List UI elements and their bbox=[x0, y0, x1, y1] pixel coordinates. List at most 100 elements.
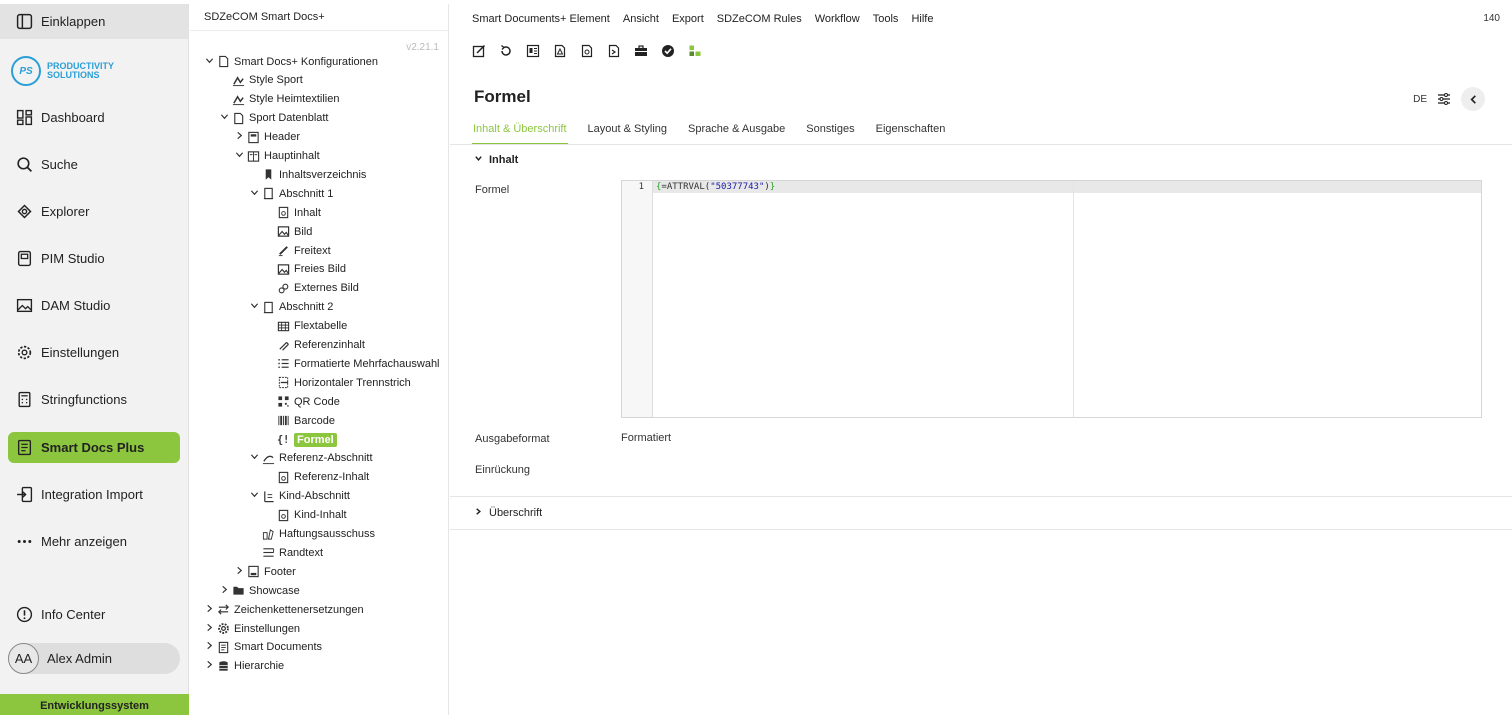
svg-text:{!}: {!} bbox=[277, 435, 290, 446]
tree-node[interactable]: Header bbox=[232, 128, 300, 147]
tree-node[interactable]: Horizontaler Trennstrich bbox=[262, 373, 411, 392]
nav-item-smart-docs-plus[interactable]: Smart Docs Plus bbox=[8, 432, 180, 463]
tree-node[interactable]: Freitext bbox=[262, 241, 331, 260]
menu-hilfe[interactable]: Hilfe bbox=[911, 13, 933, 25]
chevron-left-icon[interactable] bbox=[1461, 87, 1485, 111]
preview-icon[interactable] bbox=[526, 44, 540, 58]
tree-icon[interactable] bbox=[688, 44, 702, 58]
formula-icon: {!} bbox=[276, 433, 291, 447]
tree-node[interactable]: Inhalt bbox=[262, 203, 321, 222]
tree-node[interactable]: Freies Bild bbox=[262, 260, 346, 279]
nav-item-label: Integration Import bbox=[41, 487, 143, 502]
tree-node[interactable]: Inhaltsverzeichnis bbox=[247, 165, 366, 184]
tree-node[interactable]: Bild bbox=[262, 222, 312, 241]
briefcase-icon[interactable] bbox=[634, 44, 648, 58]
config-tree-panel: SDZeCOM Smart Docs+ v2.21.1 Smart Docs+ … bbox=[190, 4, 449, 715]
chevron-down-icon[interactable] bbox=[232, 150, 246, 162]
chevron-down-icon[interactable] bbox=[247, 301, 261, 313]
tab-sonstiges[interactable]: Sonstiges bbox=[805, 123, 855, 145]
code-line: {=ATTRVAL("50377743")} bbox=[656, 181, 775, 193]
language-selector[interactable]: DE bbox=[1413, 94, 1427, 105]
nav-item-dam-studio[interactable]: DAM Studio bbox=[8, 290, 180, 321]
tree-node[interactable]: Kind-Abschnitt bbox=[247, 487, 350, 506]
tab-eigenschaften[interactable]: Eigenschaften bbox=[875, 123, 947, 145]
nav-item-suche[interactable]: Suche bbox=[8, 149, 180, 180]
menu-smart-documents-element[interactable]: Smart Documents+ Element bbox=[472, 13, 610, 25]
tab-layout-styling[interactable]: Layout & Styling bbox=[587, 123, 669, 145]
tree-node[interactable]: Style Sport bbox=[217, 71, 303, 90]
chevron-right-icon[interactable] bbox=[202, 604, 216, 616]
menu-export[interactable]: Export bbox=[672, 13, 704, 25]
tree-node[interactable]: Flextabelle bbox=[262, 317, 347, 336]
chevron-right-icon[interactable] bbox=[202, 660, 216, 672]
tree-node[interactable]: Referenz-Inhalt bbox=[262, 468, 369, 487]
chevron-down-icon[interactable] bbox=[202, 56, 216, 68]
menu-tools[interactable]: Tools bbox=[873, 13, 899, 25]
nav-item-integration-import[interactable]: Integration Import bbox=[8, 479, 180, 510]
nav-item-einstellungen[interactable]: Einstellungen bbox=[8, 337, 180, 368]
tree-node[interactable]: Referenz-Abschnitt bbox=[247, 449, 373, 468]
nav-item-stringfunctions[interactable]: Stringfunctions bbox=[8, 384, 180, 415]
tree-node[interactable]: Kind-Inhalt bbox=[262, 506, 347, 525]
tree-node-label: QR Code bbox=[294, 395, 340, 408]
tree-node[interactable]: Randtext bbox=[247, 543, 323, 562]
tree-node[interactable]: Haftungsausschuss bbox=[247, 525, 375, 544]
tree-node[interactable]: Einstellungen bbox=[202, 619, 300, 638]
ausgabeformat-value[interactable]: Formatiert bbox=[621, 432, 671, 444]
edit-icon[interactable] bbox=[472, 44, 486, 58]
menu-ansicht[interactable]: Ansicht bbox=[623, 13, 659, 25]
section-ueberschrift-toggle[interactable]: Überschrift bbox=[474, 507, 542, 519]
pim-icon bbox=[15, 250, 33, 268]
chevron-right-icon[interactable] bbox=[217, 585, 231, 597]
tree-node[interactable]: Formatierte Mehrfachauswahl bbox=[262, 354, 440, 373]
chevron-right-icon[interactable] bbox=[232, 131, 246, 143]
collapse-button[interactable]: Einklappen bbox=[0, 4, 188, 39]
chevron-right-icon[interactable] bbox=[232, 566, 246, 578]
chevron-down-icon[interactable] bbox=[217, 112, 231, 124]
check-icon[interactable] bbox=[661, 44, 675, 58]
user-menu[interactable]: AA Alex Admin bbox=[8, 643, 180, 674]
nav-item-pim-studio[interactable]: PIM Studio bbox=[8, 243, 180, 274]
export-icon[interactable] bbox=[607, 44, 621, 58]
tree-node[interactable]: Barcode bbox=[262, 411, 335, 430]
menu-workflow[interactable]: Workflow bbox=[815, 13, 860, 25]
tab-inhalt-ueberschrift[interactable]: Inhalt & Überschrift bbox=[472, 123, 568, 145]
chevron-down-icon[interactable] bbox=[247, 452, 261, 464]
formula-code-editor[interactable]: 1 {=ATTRVAL("50377743")} bbox=[621, 180, 1482, 418]
tab-sprache-ausgabe[interactable]: Sprache & Ausgabe bbox=[687, 123, 786, 145]
tree-node[interactable]: Showcase bbox=[217, 581, 300, 600]
logo-mark: PS bbox=[11, 56, 41, 86]
tree-node[interactable]: Zeichenkettenersetzungen bbox=[202, 600, 364, 619]
section-divider bbox=[450, 529, 1512, 530]
docx-icon[interactable] bbox=[580, 44, 594, 58]
tree-node[interactable]: Externes Bild bbox=[262, 279, 359, 298]
main-content: Smart Documents+ Element Ansicht Export … bbox=[450, 4, 1512, 715]
filter-settings-icon[interactable] bbox=[1437, 92, 1451, 106]
chevron-right-icon[interactable] bbox=[202, 641, 216, 653]
tree-node[interactable]: Footer bbox=[232, 562, 296, 581]
tree-node[interactable]: Abschnitt 1 bbox=[247, 184, 333, 203]
tree-node[interactable]: Smart Docs+ Konfigurationen bbox=[202, 52, 378, 71]
nav-item-dashboard[interactable]: Dashboard bbox=[8, 102, 180, 133]
tree-node[interactable]: Smart Documents bbox=[202, 638, 322, 657]
section-ueberschrift-label: Überschrift bbox=[489, 507, 543, 519]
pdf-icon[interactable] bbox=[553, 44, 567, 58]
chevron-right-icon[interactable] bbox=[202, 623, 216, 635]
tree-node[interactable]: Abschnitt 2 bbox=[247, 298, 333, 317]
menu-sdzecom-rules[interactable]: SDZeCOM Rules bbox=[717, 13, 802, 25]
tree-node[interactable]: {!} Formel bbox=[262, 430, 337, 449]
tree-node[interactable]: Sport Datenblatt bbox=[217, 109, 329, 128]
section-inhalt-toggle[interactable]: Inhalt bbox=[474, 154, 518, 166]
chevron-down-icon[interactable] bbox=[247, 188, 261, 200]
nav-item-mehr-anzeigen[interactable]: Mehr anzeigen bbox=[8, 526, 180, 557]
list-icon bbox=[276, 357, 291, 371]
tree-node[interactable]: Hauptinhalt bbox=[232, 147, 320, 166]
tree-node[interactable]: Referenzinhalt bbox=[262, 336, 365, 355]
tree-node[interactable]: QR Code bbox=[262, 392, 340, 411]
nav-item-explorer[interactable]: Explorer bbox=[8, 196, 180, 227]
reload-icon[interactable] bbox=[499, 44, 513, 58]
tree-node[interactable]: Hierarchie bbox=[202, 657, 284, 676]
tree-node[interactable]: Style Heimtextilien bbox=[217, 90, 339, 109]
nav-item-info-center[interactable]: Info Center bbox=[8, 599, 180, 630]
chevron-down-icon[interactable] bbox=[247, 490, 261, 502]
